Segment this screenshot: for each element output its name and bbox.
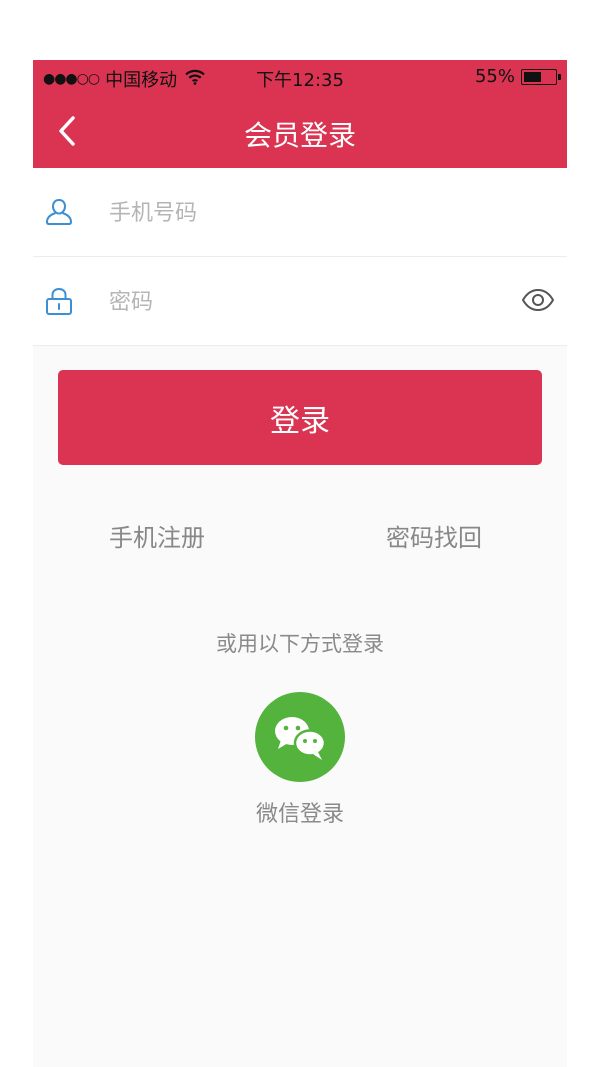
nav-bar: 会员登录 [33, 94, 567, 168]
app-screen: ●●●○○ 中国移动 下午12:35 55% 会员登录 手机号码 登录 手机注册… [33, 60, 567, 1067]
lock-icon [43, 285, 75, 317]
wechat-icon [275, 717, 327, 760]
password-input[interactable] [107, 283, 491, 321]
phone-input[interactable] [107, 194, 491, 232]
password-row [33, 257, 567, 346]
battery-icon [521, 68, 561, 85]
wechat-login-label: 微信登录 [255, 802, 344, 827]
alt-login-title: 或用以下方式登录 [216, 632, 384, 656]
status-right: 55% [474, 66, 561, 87]
show-password-eye-icon[interactable] [521, 285, 555, 315]
wechat-login-button[interactable] [255, 692, 345, 782]
phone-register-link[interactable]: 手机注册 [109, 518, 205, 553]
user-icon [43, 196, 75, 228]
phone-row [33, 168, 567, 257]
login-button[interactable]: 登录 [58, 370, 542, 465]
battery-percent: 55% [474, 66, 515, 87]
password-recover-link[interactable]: 密码找回 [386, 518, 482, 553]
battery-level [524, 71, 541, 82]
page-title: 会员登录 [243, 119, 356, 152]
status-bar: ●●●○○ 中国移动 下午12:35 55% [33, 60, 567, 94]
login-form [33, 168, 567, 346]
